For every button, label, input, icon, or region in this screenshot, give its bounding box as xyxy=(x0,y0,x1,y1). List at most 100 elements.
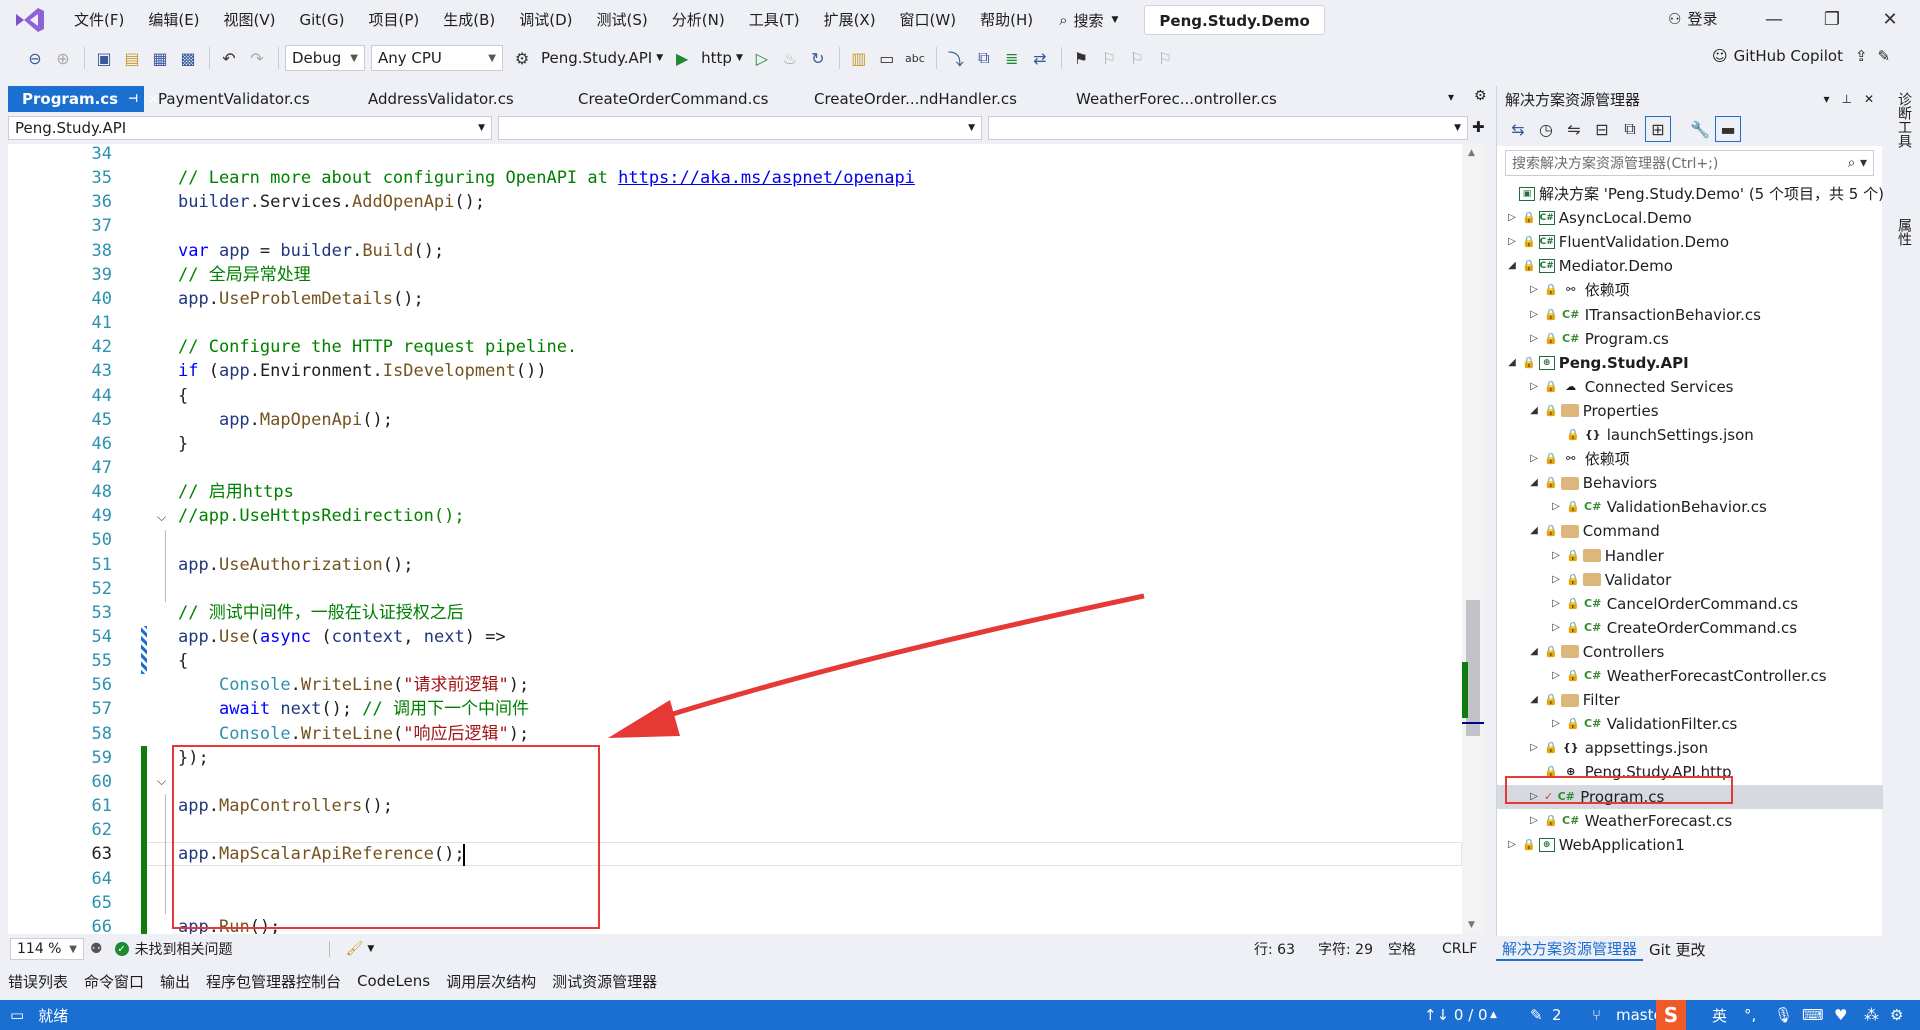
bottom-tool-tab[interactable]: 命令窗口 xyxy=(76,971,152,992)
copy-icon[interactable]: ⧉ xyxy=(971,45,997,71)
scroll-up-icon[interactable]: ▲ xyxy=(1468,148,1475,158)
scroll-thumb[interactable] xyxy=(1466,600,1480,736)
show-all-files-icon[interactable]: ⧉ xyxy=(1617,116,1643,142)
menu-item[interactable]: 文件(F) xyxy=(62,5,136,35)
tree-item[interactable]: ◢ 🔒 C# Mediator.Demo xyxy=(1505,254,1673,278)
microphone-icon[interactable]: 🎙 xyxy=(1774,1006,1793,1024)
editor-tab[interactable]: CreateOrder...ndHandler.cs xyxy=(800,86,1062,112)
code-line[interactable]: if (app.Environment.IsDevelopment()) xyxy=(178,359,547,383)
bookmark-icon[interactable]: ⚑ xyxy=(1068,45,1094,71)
toolbox-icon[interactable]: ⁂ xyxy=(1864,1006,1879,1024)
sync-icon[interactable]: ⇋ xyxy=(1561,116,1587,142)
tree-item[interactable]: ▷ 🔒 C# ValidationBehavior.cs xyxy=(1549,495,1767,519)
project-navigation-combo[interactable]: Peng.Study.API ▼ xyxy=(8,116,492,140)
startup-project[interactable]: Peng.Study.API xyxy=(541,49,652,67)
menu-item[interactable]: 测试(S) xyxy=(585,5,660,35)
scroll-down-icon[interactable]: ▼ xyxy=(1468,920,1475,930)
whitespace-status[interactable]: 空格 xyxy=(1388,939,1416,959)
filter-icon[interactable]: ⊞ xyxy=(1645,116,1671,142)
bottom-tool-tab[interactable]: 调用层次结构 xyxy=(438,971,544,992)
tab-overflow-icon[interactable]: ▾ xyxy=(1448,90,1454,104)
chevron-down-icon[interactable]: ▼ xyxy=(656,53,663,63)
layout-icon[interactable]: ▭ xyxy=(874,45,900,71)
tree-item[interactable]: ◢ 🔒 Filter xyxy=(1527,688,1620,712)
close-icon[interactable]: ✕ xyxy=(1864,92,1874,106)
tree-item[interactable]: ▷ 🔒 ⊕ WebApplication1 xyxy=(1505,833,1685,857)
close-button[interactable]: ✕ xyxy=(1870,6,1910,34)
config-combo[interactable]: Debug ▼ xyxy=(285,45,365,71)
bottom-tool-tab[interactable]: 测试资源管理器 xyxy=(544,971,665,992)
run-without-debug-icon[interactable]: ▷ xyxy=(749,45,775,71)
brush-icon[interactable]: 🖌 xyxy=(346,941,364,957)
collapsed-arrow-icon[interactable]: ▷ xyxy=(1549,664,1563,688)
collapsed-arrow-icon[interactable]: ▷ xyxy=(1527,375,1541,399)
column-status[interactable]: 字符: 29 xyxy=(1318,939,1373,959)
zoom-combo[interactable]: 114 % ▼ xyxy=(10,938,84,960)
ime-mode[interactable]: 英 xyxy=(1712,1005,1727,1026)
code-line[interactable]: // 启用https xyxy=(178,480,294,504)
tree-item[interactable]: ◢ 🔒 Controllers xyxy=(1527,640,1664,664)
code-line[interactable]: app.UseAuthorization(); xyxy=(178,553,413,577)
switch-views-icon[interactable]: ⇆ xyxy=(1505,116,1531,142)
tree-item[interactable]: ◢ 🔒 Behaviors xyxy=(1527,471,1657,495)
settings-icon[interactable]: ⚙ xyxy=(1474,88,1487,104)
right-rail-tab[interactable]: 诊断工具 xyxy=(1894,92,1914,148)
new-project-icon[interactable]: ▣ xyxy=(91,45,117,71)
chevron-down-icon[interactable]: ▾ xyxy=(1823,92,1829,106)
collapsed-arrow-icon[interactable]: ▷ xyxy=(1549,616,1563,640)
expanded-arrow-icon[interactable]: ◢ xyxy=(1505,351,1519,375)
run-icon[interactable]: ▶ xyxy=(669,45,695,71)
tree-item[interactable]: ▷ 🔒 C# FluentValidation.Demo xyxy=(1505,230,1729,254)
tree-item[interactable]: ▷ 🔒 C# AsyncLocal.Demo xyxy=(1505,206,1691,230)
platform-combo[interactable]: Any CPU ▼ xyxy=(371,45,503,71)
pin-icon[interactable]: ⊥ xyxy=(1841,92,1851,106)
collapsed-arrow-icon[interactable]: ▷ xyxy=(1505,230,1519,254)
menu-item[interactable]: 窗口(W) xyxy=(888,5,969,35)
tree-item[interactable]: ▷ 🔒 C# ITransactionBehavior.cs xyxy=(1527,303,1761,327)
split-editor-icon[interactable]: ✚ xyxy=(1472,118,1485,136)
step-icon[interactable]: ⤵ xyxy=(943,45,969,71)
tree-item[interactable]: ◢ 🔒 Command xyxy=(1527,519,1660,543)
code-line[interactable]: Console.WriteLine("请求前逻辑"); xyxy=(178,673,529,697)
fold-toggle-icon[interactable]: ⌵ xyxy=(157,510,166,525)
line-ending-status[interactable]: CRLF xyxy=(1442,941,1477,957)
editor-tab[interactable]: Program.cs ⊣ ✕ xyxy=(8,86,158,112)
login-button[interactable]: ⚇ 登录 xyxy=(1668,8,1717,29)
feedback-icon[interactable]: ✎ xyxy=(1878,47,1891,65)
tree-item[interactable]: ▷ 🔒 C# CancelOrderCommand.cs xyxy=(1549,592,1798,616)
code-line[interactable]: { xyxy=(178,384,188,408)
code-line[interactable]: // Configure the HTTP request pipeline. xyxy=(178,335,577,359)
code-line[interactable]: //app.UseHttpsRedirection(); xyxy=(178,504,465,528)
member-navigation-combo[interactable]: ▼ xyxy=(988,116,1468,140)
save-icon[interactable]: ▦ xyxy=(147,45,173,71)
tree-item[interactable]: 🔒 {} launchSettings.json xyxy=(1549,423,1754,447)
menu-item[interactable]: 调试(D) xyxy=(507,5,584,35)
collapsed-arrow-icon[interactable]: ▷ xyxy=(1549,544,1563,568)
tree-item[interactable]: ▷ 🔒 C# WeatherForecast.cs xyxy=(1527,809,1732,833)
editor-tab[interactable]: PaymentValidator.cs xyxy=(144,86,354,112)
tree-item[interactable]: ◢ 🔒 ⊕ Peng.Study.API xyxy=(1505,351,1689,375)
code-line[interactable]: var app = builder.Build(); xyxy=(178,239,444,263)
menu-item[interactable]: 编辑(E) xyxy=(136,5,211,35)
minimize-button[interactable]: — xyxy=(1754,6,1794,34)
launch-profile[interactable]: http xyxy=(701,49,732,67)
menu-item[interactable]: 视图(V) xyxy=(212,5,288,35)
code-line[interactable]: } xyxy=(178,432,188,456)
tree-item[interactable]: ▷ 🔒 Validator xyxy=(1549,568,1671,592)
tree-item[interactable]: ▷ 🔒 Handler xyxy=(1549,544,1664,568)
edits-count[interactable]: 2 xyxy=(1552,1006,1562,1024)
menu-item[interactable]: 生成(B) xyxy=(431,5,507,35)
line-number-status[interactable]: 行: 63 xyxy=(1254,939,1295,959)
properties-icon[interactable]: 🔧 xyxy=(1687,116,1713,142)
collapsed-arrow-icon[interactable]: ▷ xyxy=(1505,833,1519,857)
forward-icon[interactable]: ⊕ xyxy=(50,45,76,71)
maximize-button[interactable]: ❐ xyxy=(1812,6,1852,34)
gear-icon[interactable]: ⚙ xyxy=(509,45,535,71)
open-folder-icon[interactable]: ▤ xyxy=(119,45,145,71)
tree-item[interactable]: ▷ 🔒 ⚯ 依赖项 xyxy=(1527,447,1630,471)
code-line[interactable]: // Learn more about configuring OpenAPI … xyxy=(178,166,915,190)
redo-icon[interactable]: ↷ xyxy=(244,45,270,71)
code-line[interactable]: app.MapOpenApi(); xyxy=(178,408,393,432)
bookmark-clear-icon[interactable]: ⚐ xyxy=(1152,45,1178,71)
code-line[interactable]: await next(); // 调用下一个中间件 xyxy=(178,697,529,721)
